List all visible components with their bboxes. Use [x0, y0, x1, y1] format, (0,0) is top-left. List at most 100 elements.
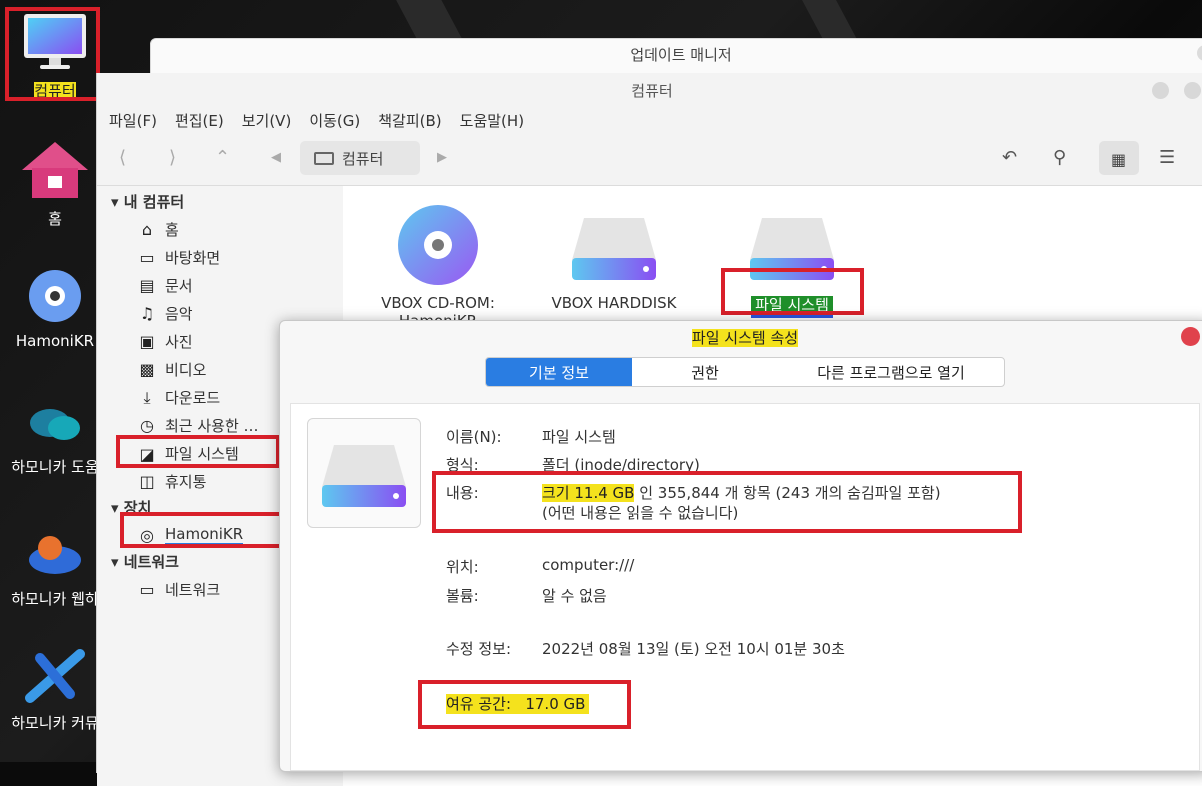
harddisk-icon: ◪ — [139, 445, 155, 464]
sidebar-item-network[interactable]: ▭ 네트워크 — [137, 579, 220, 600]
menu-help[interactable]: 도움말(H) — [460, 110, 524, 131]
film-icon: ▩ — [139, 360, 155, 379]
menu-file[interactable]: 파일(F) — [109, 110, 157, 131]
location-label: 위치: — [446, 558, 479, 576]
modified-label: 수정 정보: — [446, 640, 512, 658]
forward-icon[interactable]: ⟩ — [169, 147, 176, 168]
properties-panel: 이름(N): 파일 시스템 형식: 폴더 (inode/directory) 내… — [290, 403, 1200, 771]
menu-bookmarks[interactable]: 책갈피(B) — [378, 110, 441, 131]
toggle-path-icon[interactable]: ◀ — [271, 150, 281, 165]
next-path-icon[interactable]: ▶ — [437, 150, 447, 165]
volume-label: 볼륨: — [446, 587, 479, 605]
sidebar-item-label: 홈 — [165, 221, 179, 239]
contents-label: 내용: — [446, 484, 479, 502]
sidebar-item-label: 파일 시스템 — [165, 443, 239, 466]
minimize-button[interactable] — [1152, 82, 1169, 99]
drive-icon — [314, 151, 334, 165]
free-space-value: 여유 공간: 17.0 GB — [446, 694, 590, 714]
sidebar-item-home[interactable]: ⌂ 홈 — [137, 219, 179, 240]
desktop-icon-label: 홈 — [48, 210, 62, 228]
sidebar-section-network[interactable]: ▾ 네트워크 — [111, 551, 179, 572]
dialog-title: 파일 시스템 속성 — [691, 329, 799, 347]
back-icon[interactable]: ⟨ — [119, 147, 126, 168]
harddisk-icon — [572, 218, 656, 280]
desktop-icon-web[interactable]: 하모니카 웹하 — [0, 530, 110, 609]
tab-basic[interactable]: 기본 정보 — [486, 358, 632, 386]
disc-icon: ◎ — [140, 525, 154, 545]
section-label: 장치 — [123, 499, 152, 517]
sidebar-item-videos[interactable]: ▩ 비디오 — [137, 359, 206, 380]
path-button-computer[interactable]: 컴퓨터 — [300, 141, 420, 175]
item-label: VBOX HARDDISK — [551, 294, 677, 312]
tab-open-with[interactable]: 다른 프로그램으로 열기 — [778, 358, 1004, 386]
sidebar-item-hamonikr[interactable]: ◎ HamoniKR — [137, 525, 244, 545]
grid-icon: ▦ — [1111, 150, 1127, 169]
download-icon: ⤓ — [143, 387, 151, 407]
sidebar-item-recent[interactable]: ◷ 최근 사용한 … — [137, 415, 259, 436]
close-button[interactable] — [1181, 327, 1200, 346]
tab-bar: 기본 정보 권한 다른 프로그램으로 열기 — [485, 357, 1005, 387]
cloud-link-icon — [29, 536, 81, 574]
icon-view-button[interactable]: ▦ — [1099, 141, 1139, 175]
sidebar-item-label: 최근 사용한 … — [165, 417, 259, 435]
desktop-icon-label: HamoniKR — [15, 332, 95, 350]
up-icon[interactable]: ⌃ — [215, 147, 230, 168]
contents-rest: 인 355,844 개 항목 (243 개의 숨김파일 포함) — [634, 484, 941, 502]
desktop-icon-label: 하모니카 커뮤 — [11, 714, 99, 732]
menu-go[interactable]: 이동(G) — [309, 110, 360, 131]
sidebar-item-trash[interactable]: ◫ 휴지통 — [137, 471, 206, 492]
sidebar-item-filesystem[interactable]: ◪ 파일 시스템 — [137, 443, 239, 466]
sidebar-item-pictures[interactable]: ▣ 사진 — [137, 331, 192, 352]
desktop-icon-hamonikr[interactable]: HamoniKR — [0, 268, 110, 350]
sidebar-section-devices[interactable]: ▾ 장치 — [111, 497, 151, 518]
sidebar-item-documents[interactable]: ▤ 문서 — [137, 275, 192, 296]
item-cdrom[interactable]: VBOX CD-ROM: HamoniKR — [363, 204, 513, 322]
sidebar-item-label: HamoniKR — [165, 525, 244, 545]
help-icon — [30, 409, 80, 440]
free-space-amount: 17.0 GB — [525, 695, 586, 713]
tab-permissions[interactable]: 권한 — [632, 358, 778, 386]
search-icon[interactable]: ⚲ — [1053, 147, 1066, 168]
network-icon: ▭ — [139, 580, 155, 599]
menu-edit[interactable]: 편집(E) — [175, 110, 224, 131]
item-filesystem[interactable]: 파일 시스템 — [717, 204, 867, 318]
home-icon — [22, 142, 88, 198]
window-title: 컴퓨터 — [631, 82, 673, 100]
item-harddisk[interactable]: VBOX HARDDISK — [539, 204, 689, 312]
clock-icon: ◷ — [140, 416, 154, 435]
sidebar-item-downloads[interactable]: ⤓ 다운로드 — [137, 387, 220, 408]
monitor-icon — [24, 14, 86, 69]
desktop-icon-home[interactable]: 홈 — [0, 140, 110, 229]
volume-value: 알 수 없음 — [542, 587, 607, 605]
sidebar-item-desktop[interactable]: ▭ 바탕화면 — [137, 247, 220, 268]
desktop-icon-help[interactable]: 하모니카 도움 — [0, 398, 110, 477]
document-icon: ▤ — [139, 276, 155, 295]
item-label: 파일 시스템 — [751, 296, 833, 318]
community-icon — [25, 649, 85, 703]
icon-button[interactable] — [307, 418, 421, 528]
refresh-icon[interactable]: ↶ — [1002, 147, 1017, 168]
desktop-icon-community[interactable]: 하모니카 커뮤 — [0, 648, 110, 733]
item-label: VBOX CD-ROM: — [381, 294, 495, 312]
free-space-row: 여유 공간: 17.0 GB — [446, 693, 590, 714]
properties-dialog[interactable]: 파일 시스템 속성 기본 정보 권한 다른 프로그램으로 열기 이름(N): 파… — [279, 320, 1202, 772]
cdrom-icon — [398, 205, 478, 285]
location-value: computer:/// — [542, 556, 635, 574]
desktop-icon-computer[interactable]: 컴퓨터 — [0, 12, 110, 101]
sidebar-item-label: 다운로드 — [165, 389, 221, 407]
maximize-button[interactable] — [1184, 82, 1201, 99]
desktop-icon-label: 컴퓨터 — [34, 82, 76, 100]
harddisk-icon — [322, 445, 406, 507]
name-label: 이름(N): — [446, 428, 502, 446]
sidebar-item-label: 음악 — [165, 305, 193, 323]
name-value[interactable]: 파일 시스템 — [542, 426, 616, 447]
menu-view[interactable]: 보기(V) — [242, 110, 292, 131]
list-view-icon[interactable]: ☰ — [1159, 147, 1175, 168]
sidebar-section-my-computer[interactable]: ▾ 내 컴퓨터 — [111, 191, 184, 212]
sidebar-item-music[interactable]: ♫ 음악 — [137, 303, 193, 324]
desktop-icon-label: 하모니카 도움 — [11, 458, 99, 476]
window-title: 업데이트 매니저 — [630, 46, 732, 64]
title-bar[interactable]: 컴퓨터 — [97, 73, 1202, 105]
trash-icon: ◫ — [139, 472, 155, 491]
camera-icon: ▣ — [139, 332, 155, 351]
